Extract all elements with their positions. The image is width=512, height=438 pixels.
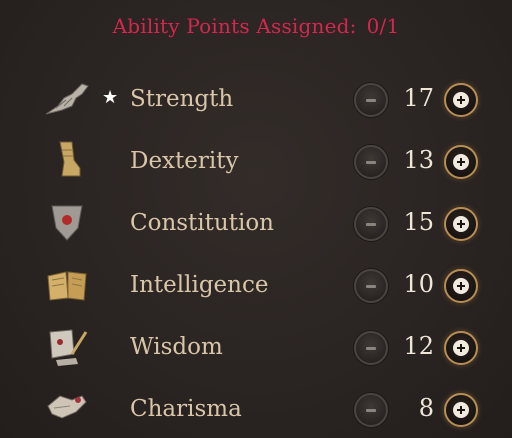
ability-value: 15 [403, 208, 434, 236]
decrease-dexterity-button[interactable] [354, 145, 388, 179]
increase-charisma-button[interactable] [444, 393, 478, 427]
plus-icon [453, 92, 469, 108]
ability-row-constitution: Constitution 15 [0, 194, 512, 256]
ability-row-dexterity: Dexterity 13 [0, 132, 512, 194]
wisdom-icon [42, 324, 92, 368]
increase-intelligence-button[interactable] [444, 269, 478, 303]
star-icon: ★ [102, 87, 119, 108]
ability-label: Intelligence [130, 272, 269, 298]
ability-points-label: Ability Points Assigned: [112, 14, 357, 38]
increase-strength-button[interactable] [444, 83, 478, 117]
minus-icon [366, 160, 376, 164]
decrease-charisma-button[interactable] [354, 393, 388, 427]
ability-label: Charisma [130, 396, 242, 422]
decrease-strength-button[interactable] [354, 83, 388, 117]
ability-points-header: Ability Points Assigned: 0/1 [0, 14, 512, 38]
increase-constitution-button[interactable] [444, 207, 478, 241]
minus-icon [366, 222, 376, 226]
ability-label: Strength [130, 86, 234, 112]
intelligence-icon [42, 262, 92, 306]
ability-row-strength: ★ Strength 17 [0, 70, 512, 132]
ability-value: 8 [418, 394, 434, 422]
ability-label: Dexterity [130, 148, 239, 174]
minus-icon [366, 408, 376, 412]
ability-value: 17 [403, 84, 434, 112]
increase-wisdom-button[interactable] [444, 331, 478, 365]
ability-row-wisdom: Wisdom 12 [0, 318, 512, 380]
decrease-wisdom-button[interactable] [354, 331, 388, 365]
increase-dexterity-button[interactable] [444, 145, 478, 179]
plus-icon [453, 278, 469, 294]
plus-icon [453, 402, 469, 418]
plus-icon [453, 216, 469, 232]
ability-row-intelligence: Intelligence 10 [0, 256, 512, 318]
dexterity-icon [42, 138, 92, 182]
minus-icon [366, 346, 376, 350]
ability-label: Constitution [130, 210, 274, 236]
ability-row-charisma: Charisma 8 [0, 380, 512, 438]
plus-icon [453, 154, 469, 170]
decrease-intelligence-button[interactable] [354, 269, 388, 303]
ability-value: 13 [403, 146, 434, 174]
minus-icon [366, 284, 376, 288]
ability-value: 12 [403, 332, 434, 360]
ability-points-panel: Ability Points Assigned: 0/1 ★ Strength 1… [0, 0, 512, 438]
charisma-icon [42, 386, 92, 430]
ability-value: 10 [403, 270, 434, 298]
plus-icon [453, 340, 469, 356]
strength-icon [42, 76, 92, 120]
minus-icon [366, 98, 376, 102]
ability-label: Wisdom [130, 334, 223, 360]
ability-list: ★ Strength 17 Dexterity 13 Constitution … [0, 70, 512, 438]
constitution-icon [42, 200, 92, 244]
decrease-constitution-button[interactable] [354, 207, 388, 241]
ability-points-count: 0/1 [366, 14, 400, 38]
